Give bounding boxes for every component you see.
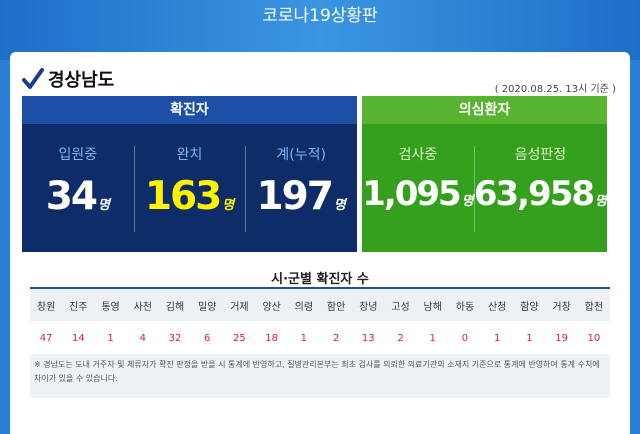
testing-value: 1,095 xyxy=(362,174,462,214)
total-value: 197 xyxy=(256,174,333,219)
negative-unit: 명 xyxy=(595,194,607,209)
city-name: 함양 xyxy=(513,287,546,321)
city-count: 32 xyxy=(158,321,192,356)
city-count: 2 xyxy=(384,321,417,356)
region-name: 경상남도 xyxy=(48,70,115,91)
recovered-stat: 완치 163 명 xyxy=(133,124,246,252)
negative-stat: 음성판정 63,958 명 xyxy=(473,124,607,252)
city-count: 1 xyxy=(94,321,127,356)
total-stat: 계(누적) 197 명 xyxy=(245,124,357,252)
negative-value: 63,958 xyxy=(473,174,595,214)
city-name: 남해 xyxy=(416,287,449,321)
confirmed-title: 확진자 xyxy=(22,96,357,124)
city-count: 1 xyxy=(287,321,320,356)
city-count: 18 xyxy=(255,321,288,356)
city-name: 김해 xyxy=(158,287,192,321)
hospitalized-unit: 명 xyxy=(97,198,110,213)
hospitalized-label: 입원중 xyxy=(58,147,98,163)
suspected-title: 의심환자 xyxy=(362,96,607,124)
city-count: 2 xyxy=(319,321,353,356)
city-name: 창원 xyxy=(30,287,63,321)
city-header-row: 창원 진주 통영 사천 김해 밀양 거제 양산 의령 함안 창녕 고성 남해 하동 산청 함양 거창 합천 xyxy=(30,287,610,321)
city-name: 고성 xyxy=(384,287,417,321)
city-name: 밀양 xyxy=(191,287,224,321)
city-name: 산청 xyxy=(481,287,514,321)
hospitalized-value: 34 xyxy=(45,174,98,219)
recovered-unit: 명 xyxy=(222,198,235,213)
footnote: ※ 경남도는 도내 거주자 및 체류자가 확진 판정을 받을 시 통계에 반영하… xyxy=(30,354,610,398)
city-table: 창원 진주 통영 사천 김해 밀양 거제 양산 의령 함안 창녕 고성 남해 하동 산청 함양 거창 합천 47 1… xyxy=(30,287,610,356)
city-name: 의령 xyxy=(287,287,320,321)
reference-date: ( 2020.08.25. 13시 기준 ) xyxy=(494,84,616,95)
city-name: 사천 xyxy=(126,287,159,321)
city-name: 창녕 xyxy=(352,287,385,321)
city-table-title: 시·군별 확진자 수 xyxy=(271,272,369,287)
city-count: 4 xyxy=(126,321,159,356)
testing-label: 검사중 xyxy=(398,147,438,163)
city-count: 10 xyxy=(577,321,610,356)
city-name: 함안 xyxy=(319,287,353,321)
city-name: 거창 xyxy=(545,287,578,321)
city-count: 25 xyxy=(223,321,256,356)
city-name: 하동 xyxy=(448,287,482,321)
region-header: 경상남도 xyxy=(22,66,114,92)
city-name: 거제 xyxy=(223,287,256,321)
testing-stat: 검사중 1,095 명 xyxy=(362,124,474,252)
city-count: 19 xyxy=(545,321,578,356)
checkmark-icon xyxy=(22,68,44,89)
city-name: 통영 xyxy=(94,287,127,321)
suspected-box: 의심환자 검사중 1,095 명 음성판정 63,958 명 xyxy=(362,96,607,252)
city-name: 합천 xyxy=(577,287,610,321)
total-unit: 명 xyxy=(333,198,346,213)
city-name: 양산 xyxy=(255,287,288,321)
page-title: 코로나19상황판 xyxy=(262,6,378,26)
city-count: 1 xyxy=(481,321,514,356)
city-name: 진주 xyxy=(62,287,95,321)
city-count: 0 xyxy=(448,321,482,356)
total-label: 계(누적) xyxy=(276,147,326,163)
recovered-label: 완치 xyxy=(176,147,203,163)
city-count: 1 xyxy=(416,321,449,356)
city-count: 13 xyxy=(352,321,385,356)
city-count: 6 xyxy=(191,321,224,356)
recovered-value: 163 xyxy=(144,174,222,219)
city-count: 47 xyxy=(30,321,63,356)
confirmed-box: 확진자 입원중 34 명 완치 163 명 계(누적) 197 명 xyxy=(22,96,357,252)
testing-unit: 명 xyxy=(461,194,474,209)
negative-label: 음성판정 xyxy=(514,147,567,163)
hospitalized-stat: 입원중 34 명 xyxy=(22,124,134,252)
city-count: 1 xyxy=(513,321,546,356)
city-value-row: 47 14 1 4 32 6 25 18 1 2 13 2 1 0 1 1 19 10 xyxy=(30,321,610,356)
city-count: 14 xyxy=(62,321,95,356)
